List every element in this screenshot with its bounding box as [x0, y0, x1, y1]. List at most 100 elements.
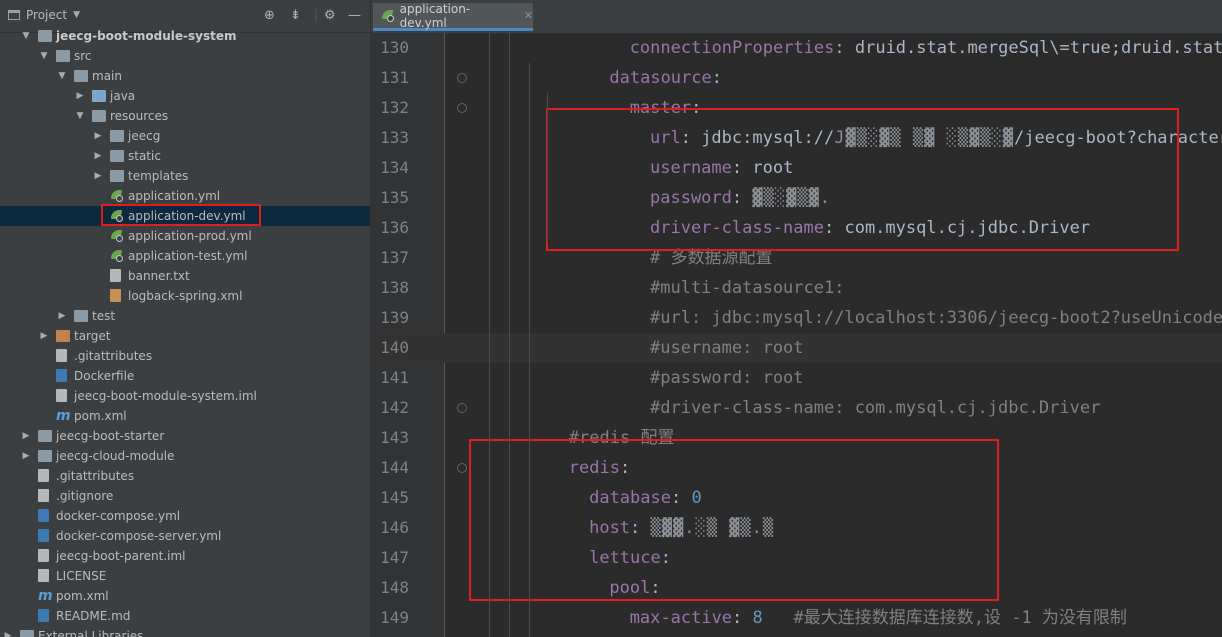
chevron-down-icon[interactable]: ▼ — [20, 26, 32, 46]
tree-item-label: java — [110, 89, 136, 103]
chevron-down-icon[interactable]: ▼ — [74, 106, 86, 126]
tree-item[interactable]: m pom.xml — [0, 586, 370, 606]
iml-file-icon — [38, 549, 49, 562]
tree-item[interactable]: ▼ jeecg-boot-module-system — [0, 26, 370, 46]
text-file-icon — [110, 269, 121, 282]
tree-item[interactable]: .gitattributes — [0, 466, 370, 486]
gear-icon[interactable]: ⚙ — [324, 8, 336, 24]
tree-item[interactable]: logback-spring.xml — [0, 286, 370, 306]
line-number: 148 — [380, 578, 409, 597]
yaml-comment: #username: root — [650, 338, 804, 358]
tree-item[interactable]: ▶ jeecg — [0, 126, 370, 146]
tree-item[interactable]: ▶ static — [0, 146, 370, 166]
maven-icon: m — [56, 408, 71, 424]
tree-item[interactable]: m pom.xml — [0, 406, 370, 426]
close-icon[interactable]: ✕ — [524, 9, 533, 22]
code-text: connectionProperties: druid.stat.mergeSq… — [630, 33, 1222, 63]
line-number: 133 — [380, 128, 409, 147]
chevron-down-icon[interactable]: ▼ — [38, 46, 50, 66]
tree-item-label: target — [74, 329, 111, 343]
tree-item[interactable]: application.yml — [0, 186, 370, 206]
locate-icon[interactable]: ⊕ — [264, 8, 275, 24]
docker-compose-icon — [38, 529, 49, 542]
folder-icon — [110, 150, 124, 162]
tree-item[interactable]: application-test.yml — [0, 246, 370, 266]
tree-item[interactable]: ▼ main — [0, 66, 370, 86]
fold-marker-icon[interactable] — [457, 463, 467, 473]
tree-item[interactable]: ▼ src — [0, 46, 370, 66]
tree-item-label: templates — [128, 169, 189, 183]
tree-item[interactable]: jeecg-boot-parent.iml — [0, 546, 370, 566]
project-panel: Project ▼ ⊕ ⇟ | ⚙ — ▼ jeecg-boot-module-s… — [0, 0, 370, 637]
indent-guide — [547, 93, 548, 243]
fold-marker-icon[interactable] — [457, 403, 467, 413]
tree-item[interactable]: ▶ External Libraries — [0, 626, 370, 637]
iml-file-icon — [56, 389, 67, 402]
chevron-right-icon[interactable]: ▶ — [74, 86, 86, 106]
redis-highlight-box — [469, 439, 999, 601]
yaml-comment: #url: jdbc:mysql://localhost:3306/jeecg-… — [650, 308, 1222, 328]
tree-item[interactable]: ▶ jeecg-cloud-module — [0, 446, 370, 466]
chevron-right-icon[interactable]: ▶ — [20, 426, 32, 446]
folder-icon — [110, 170, 124, 182]
module-folder-icon — [38, 450, 52, 462]
project-icon — [8, 10, 20, 20]
tree-item[interactable]: docker-compose.yml — [0, 506, 370, 526]
project-view-selector[interactable]: Project ▼ — [8, 8, 80, 22]
chevron-right-icon[interactable]: ▶ — [2, 626, 14, 637]
tree-item-label: banner.txt — [128, 269, 190, 283]
tree-item[interactable]: ▶ test — [0, 306, 370, 326]
tab-application-dev-yml[interactable]: application-dev.yml ✕ — [373, 2, 533, 31]
hide-panel-icon[interactable]: — — [348, 8, 361, 24]
collapse-all-icon[interactable]: ⇟ — [290, 8, 301, 24]
code-line[interactable]: 141 #password: root — [371, 363, 1222, 393]
tree-item[interactable]: .gitattributes — [0, 346, 370, 366]
code-line[interactable]: 130 connectionProperties: druid.stat.merg… — [371, 33, 1222, 63]
yaml-comment: #最大连接数据库连接数,设 -1 为没有限制 — [793, 608, 1127, 628]
code-line[interactable]: 142 #driver-class-name: com.mysql.cj.jdbc… — [371, 393, 1222, 423]
yaml-value: : — [711, 68, 722, 88]
module-folder-icon — [38, 30, 52, 42]
code-line[interactable]: 140 #username: root — [371, 333, 1222, 363]
tree-item-label: .gitattributes — [56, 469, 135, 483]
tree-item[interactable]: ▶ templates — [0, 166, 370, 186]
fold-marker-icon[interactable] — [457, 73, 467, 83]
tree-item[interactable]: application-prod.yml — [0, 226, 370, 246]
line-number: 147 — [380, 548, 409, 567]
chevron-right-icon[interactable]: ▶ — [20, 446, 32, 466]
tree-item[interactable]: README.md — [0, 606, 370, 626]
tree-item[interactable]: ▼ resources — [0, 106, 370, 126]
tree-item[interactable]: ▶ target — [0, 326, 370, 346]
code-line[interactable]: 149 max-active: 8 #最大连接数据库连接数,设 -1 为没有限制 — [371, 603, 1222, 633]
chevron-right-icon[interactable]: ▶ — [56, 306, 68, 326]
tree-item[interactable]: LICENSE — [0, 566, 370, 586]
code-line[interactable]: 138 #multi-datasource1: — [371, 273, 1222, 303]
docker-file-icon — [56, 369, 67, 382]
tree-item[interactable]: Dockerfile — [0, 366, 370, 386]
line-number: 141 — [380, 368, 409, 387]
text-file-icon — [56, 349, 67, 362]
tree-item[interactable]: .gitignore — [0, 486, 370, 506]
chevron-right-icon[interactable]: ▶ — [92, 166, 104, 186]
tree-item[interactable]: docker-compose-server.yml — [0, 526, 370, 546]
chevron-right-icon[interactable]: ▶ — [92, 126, 104, 146]
tree-item-label: application-test.yml — [128, 249, 248, 263]
chevron-right-icon[interactable]: ▶ — [92, 146, 104, 166]
code-line[interactable]: 139 #url: jdbc:mysql://localhost:3306/jee… — [371, 303, 1222, 333]
yaml-key: datasource — [609, 68, 712, 88]
chevron-right-icon[interactable]: ▶ — [38, 326, 50, 346]
fold-marker-icon[interactable] — [457, 103, 467, 113]
spring-yml-icon — [110, 249, 123, 262]
tree-item[interactable]: jeecg-boot-module-system.iml — [0, 386, 370, 406]
code-line[interactable]: 131 datasource: — [371, 63, 1222, 93]
tree-item[interactable]: ▶ jeecg-boot-starter — [0, 426, 370, 446]
docker-compose-icon — [38, 509, 49, 522]
chevron-down-icon[interactable]: ▼ — [56, 66, 68, 86]
tree-item-label: application.yml — [128, 189, 221, 203]
resources-folder-icon — [92, 110, 106, 122]
tree-item-label: .gitignore — [56, 489, 114, 503]
tree-item-label: resources — [110, 109, 169, 123]
tree-item[interactable]: ▶ java — [0, 86, 370, 106]
tree-item[interactable]: banner.txt — [0, 266, 370, 286]
yaml-value: 8 — [752, 608, 763, 628]
